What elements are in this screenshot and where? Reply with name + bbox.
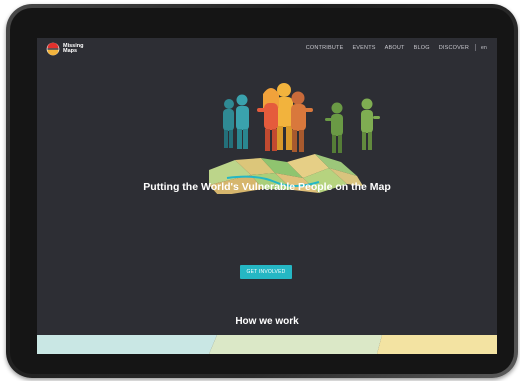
language-selector[interactable]: en <box>481 45 487 51</box>
green-people-group <box>325 98 380 153</box>
nav-contribute[interactable]: CONTRIBUTE <box>306 45 344 51</box>
nav-discover[interactable]: DISCOVER <box>439 45 469 51</box>
central-people-group <box>257 83 313 152</box>
teal-people-group <box>223 94 249 149</box>
hero-headline: Putting the World's Vulnerable People on… <box>143 181 391 193</box>
nav-divider <box>475 44 477 51</box>
section-color-band <box>37 335 497 354</box>
people-on-map-illustration <box>209 83 380 194</box>
nav-events[interactable]: EVENTS <box>352 45 375 51</box>
nav-menu: CONTRIBUTE EVENTS ABOUT BLOG DISCOVER en <box>297 44 487 51</box>
logo-text: Missing Maps <box>63 43 83 55</box>
missing-maps-logo[interactable]: Missing Maps <box>46 42 83 56</box>
how-we-work-heading: How we work <box>235 316 299 327</box>
logo-icon <box>46 42 60 56</box>
get-involved-button[interactable]: GET INVOLVED <box>240 265 292 279</box>
nav-blog[interactable]: BLOG <box>414 45 430 51</box>
top-navigation: Missing Maps CONTRIBUTE EVENTS ABOUT BLO… <box>37 38 497 60</box>
nav-about[interactable]: ABOUT <box>385 45 405 51</box>
logo-line-2: Maps <box>63 48 78 54</box>
website-screen: Missing Maps CONTRIBUTE EVENTS ABOUT BLO… <box>37 38 497 354</box>
